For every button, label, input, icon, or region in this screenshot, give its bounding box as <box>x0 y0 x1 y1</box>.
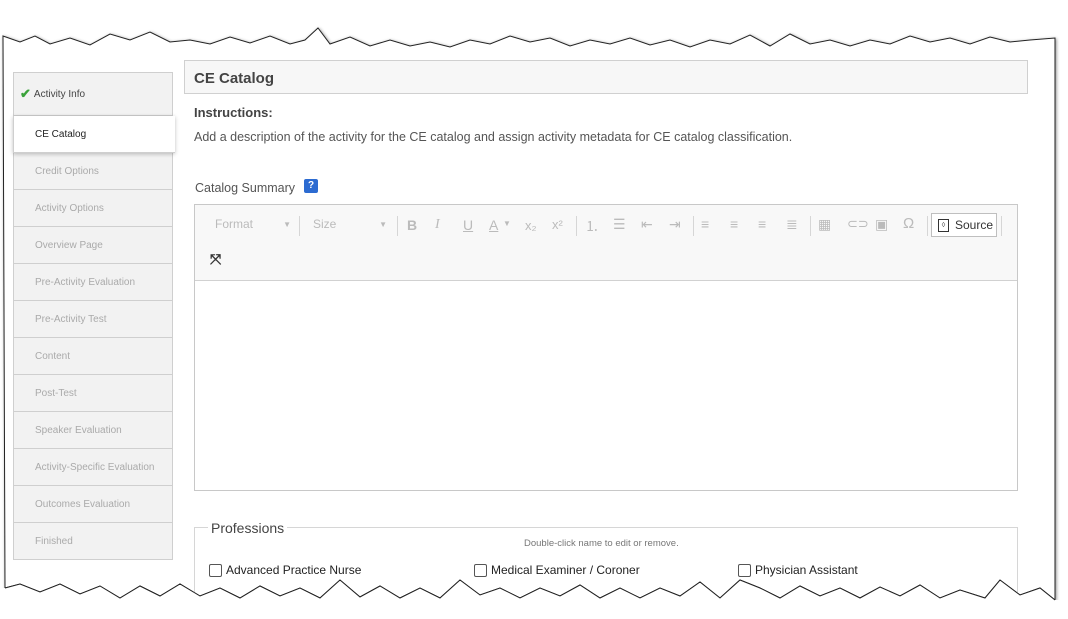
sidebar-item-ce-catalog[interactable]: CE Catalog <box>13 116 175 153</box>
sidebar-item-label: CE Catalog <box>35 128 87 140</box>
torn-edge-mask <box>0 579 1068 619</box>
